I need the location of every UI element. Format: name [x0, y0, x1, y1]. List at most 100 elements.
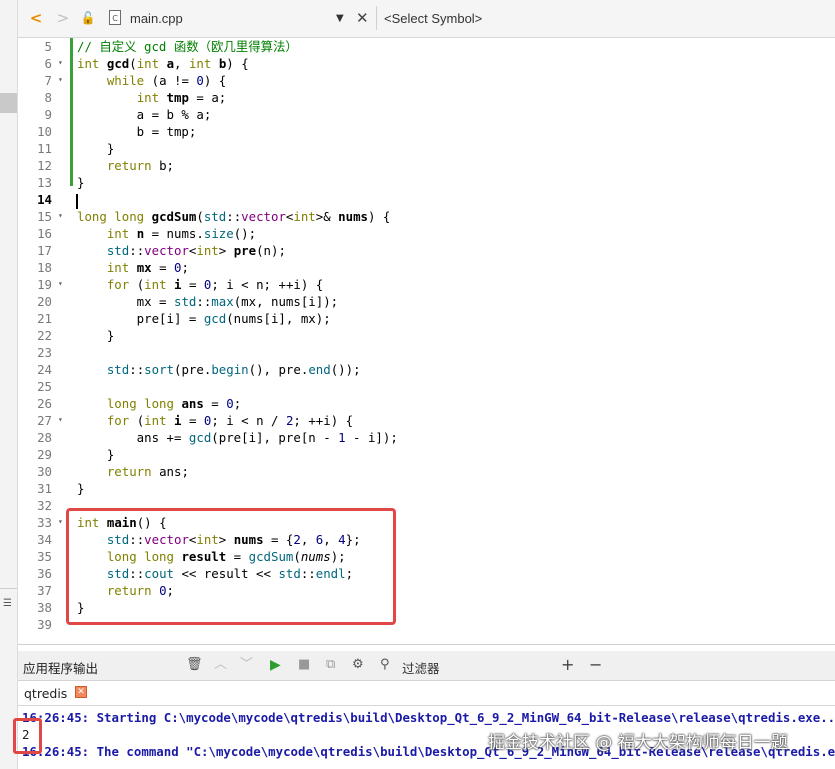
code-text: }: [77, 141, 115, 156]
code-line[interactable]: 11 }: [18, 140, 835, 157]
line-number: 15: [37, 209, 52, 224]
chevron-right-icon[interactable]: >: [54, 9, 72, 27]
code-text: return b;: [106, 158, 174, 173]
editor-toolbar: < > 🔓 C main.cpp ▼ ✕ <Select Symbol>: [18, 0, 835, 38]
line-number: 7: [44, 73, 52, 88]
code-text: int n = nums.size();: [106, 226, 257, 241]
code-text: b = tmp;: [77, 124, 197, 139]
text-cursor: [76, 194, 78, 209]
code-line[interactable]: 20 mx = std::max(mx, nums[i]);: [18, 293, 835, 310]
code-line[interactable]: 17 std::vector<int> pre(n);: [18, 242, 835, 259]
output-tab-row: qtredis ✕: [18, 681, 835, 706]
code-line[interactable]: 31}: [18, 480, 835, 497]
code-line[interactable]: 23: [18, 344, 835, 361]
code-line[interactable]: 19 ▾ for (int i = 0; i < n; ++i) {: [18, 276, 835, 293]
line-number: 5: [44, 39, 52, 54]
line-number: 24: [37, 362, 52, 377]
minus-icon[interactable]: −: [589, 657, 602, 673]
chevron-left-icon[interactable]: <: [27, 9, 45, 27]
file-select-combo[interactable]: main.cpp: [130, 10, 348, 28]
line-number: 34: [37, 532, 52, 547]
code-text: }: [77, 447, 115, 462]
code-line[interactable]: 22 }: [18, 327, 835, 344]
code-line[interactable]: 26 long long ans = 0;: [18, 395, 835, 412]
code-line[interactable]: 27 ▾ for (int i = 0; i < n / 2; ++i) {: [18, 412, 835, 429]
fold-arrow-icon[interactable]: ▾: [58, 54, 63, 71]
line-number: 23: [37, 345, 52, 360]
code-line[interactable]: 30 return ans;: [18, 463, 835, 480]
fold-arrow-icon[interactable]: ▾: [58, 513, 63, 530]
fold-arrow-icon[interactable]: ▾: [58, 207, 63, 224]
code-line[interactable]: 5 // 自定义 gcd 函数（欧几里得算法）: [18, 38, 835, 55]
code-text: ans += gcd(pre[i], pre[n - 1 - i]);: [77, 430, 398, 445]
code-text: int mx = 0;: [106, 260, 189, 275]
code-line[interactable]: 9 a = b % a;: [18, 106, 835, 123]
code-line[interactable]: 18 int mx = 0;: [18, 259, 835, 276]
filter-input[interactable]: 过滤器: [402, 658, 440, 677]
run-icon[interactable]: ▶: [270, 657, 281, 673]
line-number: 38: [37, 600, 52, 615]
chevron-up-icon[interactable]: ︿: [214, 657, 227, 673]
line-number: 33: [37, 515, 52, 530]
code-text: }: [77, 175, 85, 190]
symbol-select-combo[interactable]: <Select Symbol>: [384, 10, 482, 28]
line-number: 6: [44, 56, 52, 71]
lock-icon[interactable]: 🔓: [79, 9, 97, 27]
attach-debugger-icon[interactable]: ⧉: [326, 657, 335, 673]
panel-title: 应用程序输出: [23, 661, 99, 676]
trash-icon[interactable]: 🗑: [186, 657, 203, 673]
fold-arrow-icon[interactable]: ▾: [58, 71, 63, 88]
file-icon: C: [109, 10, 121, 25]
output-highlight-box: [13, 718, 42, 754]
watermark: 掘金技术社区 @ 福大大架构师每日一题: [488, 733, 788, 753]
code-line[interactable]: 12 return b;: [18, 157, 835, 174]
code-text: a = b % a;: [77, 107, 212, 122]
line-number: 10: [37, 124, 52, 139]
line-number: 12: [37, 158, 52, 173]
code-line[interactable]: 25: [18, 378, 835, 395]
code-line[interactable]: 8 int tmp = a;: [18, 89, 835, 106]
line-number: 11: [37, 141, 52, 156]
chevron-down-icon[interactable]: ▼: [336, 10, 344, 28]
code-line[interactable]: 6 ▾ int gcd(int a, int b) {: [18, 55, 835, 72]
code-text: for (int i = 0; i < n; ++i) {: [106, 277, 324, 292]
code-line[interactable]: 21 pre[i] = gcd(nums[i], mx);: [18, 310, 835, 327]
tab-qtredis[interactable]: qtredis: [24, 684, 67, 704]
code-text: long long ans = 0;: [106, 396, 242, 411]
line-number: 8: [44, 90, 52, 105]
line-number: 28: [37, 430, 52, 445]
plus-icon[interactable]: +: [561, 657, 574, 673]
close-icon[interactable]: ✕: [75, 686, 87, 698]
code-text: for (int i = 0; i < n / 2; ++i) {: [106, 413, 354, 428]
code-text: while (a != 0) {: [106, 73, 227, 88]
chevron-down-icon[interactable]: ﹀: [240, 657, 253, 673]
code-text: return ans;: [106, 464, 189, 479]
fold-arrow-icon[interactable]: ▾: [58, 411, 63, 428]
code-line[interactable]: 16 int n = nums.size();: [18, 225, 835, 242]
line-number: 36: [37, 566, 52, 581]
line-number: 9: [44, 107, 52, 122]
code-text: std::vector<int> pre(n);: [106, 243, 286, 258]
close-icon[interactable]: ✕: [356, 8, 369, 28]
code-line[interactable]: 28 ans += gcd(pre[i], pre[n - 1 - i]);: [18, 429, 835, 446]
left-side-strip: [0, 0, 18, 769]
line-number: 27: [37, 413, 52, 428]
code-text: std::sort(pre.begin(), pre.end());: [106, 362, 361, 377]
gear-icon[interactable]: ⚙: [352, 657, 364, 673]
code-line[interactable]: 29 }: [18, 446, 835, 463]
code-line[interactable]: 14: [18, 191, 835, 208]
code-text: }: [77, 328, 115, 343]
code-line[interactable]: 15 ▾ long long gcdSum(std::vector<int>& nu…: [18, 208, 835, 225]
left-strip-selected-item[interactable]: [0, 93, 17, 113]
output-line: 16:26:45: Starting C:\mycode\mycode\qtre…: [22, 710, 835, 725]
code-line[interactable]: 10 b = tmp;: [18, 123, 835, 140]
stop-icon[interactable]: ■: [298, 657, 310, 673]
line-number: 16: [37, 226, 52, 241]
line-number: 19: [37, 277, 52, 292]
code-line[interactable]: 13}: [18, 174, 835, 191]
fold-arrow-icon[interactable]: ▾: [58, 275, 63, 292]
collapse-icon[interactable]: ☰: [1, 598, 14, 610]
code-line[interactable]: 24 std::sort(pre.begin(), pre.end());: [18, 361, 835, 378]
line-number: 30: [37, 464, 52, 479]
code-line[interactable]: 7 ▾ while (a != 0) {: [18, 72, 835, 89]
